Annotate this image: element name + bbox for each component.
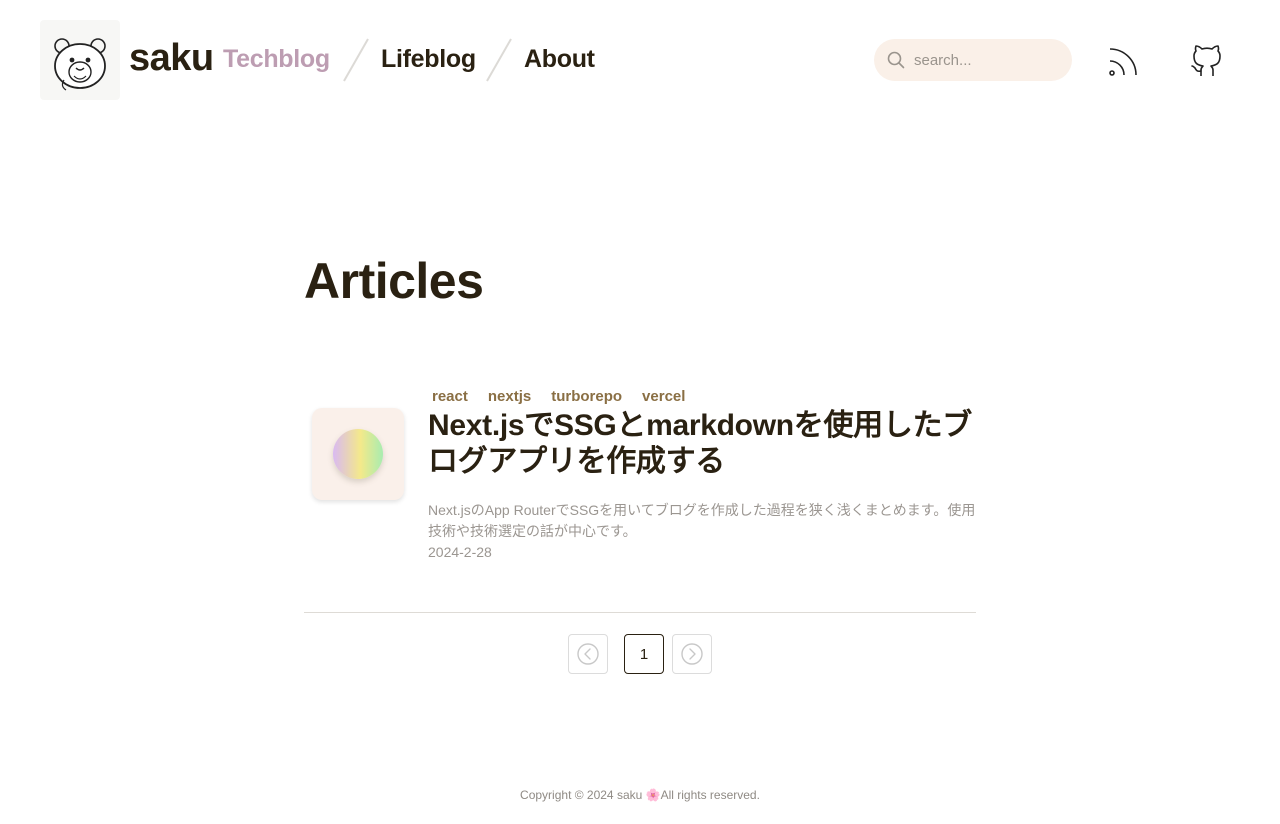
- page-number-current[interactable]: 1: [624, 634, 664, 674]
- search-input[interactable]: [914, 39, 1064, 81]
- tag-nextjs[interactable]: nextjs: [488, 388, 531, 405]
- nav-techblog[interactable]: Techblog: [223, 45, 330, 74]
- next-page-button[interactable]: [672, 634, 712, 674]
- site-header: saku Techblog Lifeblog About: [0, 0, 1280, 120]
- article-tags: react nextjs turborepo vercel: [432, 388, 685, 405]
- prev-page-button[interactable]: [568, 634, 608, 674]
- github-icon[interactable]: [1188, 41, 1226, 79]
- article-description: Next.jsのApp RouterでSSGを用いてブログを作成した過程を狭く浅…: [428, 502, 976, 539]
- gradient-orb-icon: [333, 429, 383, 479]
- rss-icon[interactable]: [1108, 45, 1140, 77]
- page-title: Articles: [304, 253, 484, 309]
- tag-react[interactable]: react: [432, 388, 468, 405]
- tag-turborepo[interactable]: turborepo: [551, 388, 622, 405]
- nav-separator: [343, 38, 369, 82]
- nav-separator: [486, 38, 512, 82]
- search-box: [874, 39, 1072, 81]
- nav-lifeblog[interactable]: Lifeblog: [381, 45, 476, 74]
- footer-copyright: Copyright © 2024 saku 🌸All rights reserv…: [520, 788, 760, 802]
- divider: [304, 612, 976, 613]
- article-date: 2024-2-28: [428, 544, 492, 560]
- article-card: react nextjs turborepo vercel Next.jsでSS…: [304, 384, 976, 574]
- chevron-left-icon: [577, 643, 599, 665]
- nav-about[interactable]: About: [524, 45, 595, 74]
- article-title[interactable]: Next.jsでSSGとmarkdownを使用したブログアプリを作成する: [428, 408, 976, 480]
- bear-logo[interactable]: [40, 20, 120, 100]
- tag-vercel[interactable]: vercel: [642, 388, 685, 405]
- bear-logo-icon: [54, 38, 106, 91]
- chevron-right-icon: [681, 643, 703, 665]
- article-thumbnail[interactable]: [312, 408, 404, 500]
- search-icon: [887, 51, 905, 69]
- site-name[interactable]: saku: [129, 37, 214, 80]
